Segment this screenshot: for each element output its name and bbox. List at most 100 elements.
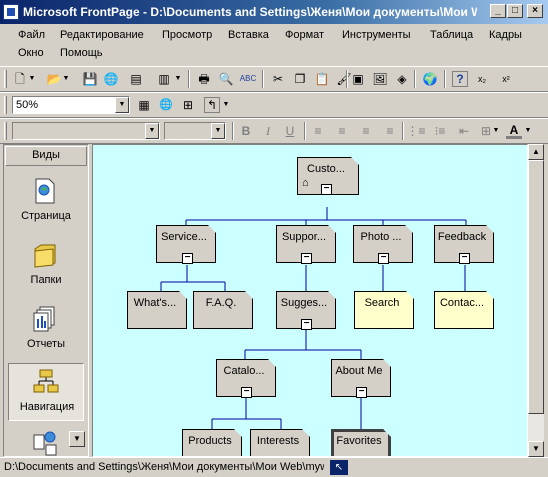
- more-buttons-icon[interactable]: ▼: [222, 97, 230, 113]
- style-combo[interactable]: ▼: [12, 122, 160, 140]
- maximize-button[interactable]: □: [507, 4, 523, 18]
- view-folders-button[interactable]: Папки: [8, 237, 84, 295]
- portrait-landscape-icon[interactable]: ▦: [136, 97, 152, 113]
- view-page-label: Страница: [21, 210, 71, 222]
- drawing-icon[interactable]: ◈: [394, 71, 410, 87]
- views-dropdown-icon[interactable]: ▼: [174, 71, 182, 87]
- nav-node-label: Photo ...: [360, 231, 402, 243]
- collapse-icon[interactable]: −: [182, 253, 193, 264]
- toolbar-grip[interactable]: [4, 96, 7, 114]
- view-reports-button[interactable]: Отчеты: [8, 301, 84, 359]
- open-icon[interactable]: 📂: [46, 71, 62, 87]
- help-icon[interactable]: ?: [452, 71, 468, 87]
- italic-icon[interactable]: I: [260, 123, 276, 139]
- add-existing-page-icon[interactable]: 🌐: [158, 97, 174, 113]
- views-scroll-down-icon[interactable]: ▼: [69, 431, 85, 447]
- style-dropdown-icon[interactable]: ▼: [145, 123, 159, 139]
- save-icon[interactable]: 💾: [82, 71, 98, 87]
- numbering-icon[interactable]: ⋮≡: [407, 123, 426, 139]
- menu-edit[interactable]: Редактирование: [60, 29, 144, 41]
- insert-component-icon[interactable]: ▣: [350, 71, 366, 87]
- zoom-dropdown-icon[interactable]: ▼: [115, 97, 129, 113]
- nav-node-search[interactable]: Search: [354, 291, 414, 329]
- zoom-combo[interactable]: 50% ▼: [12, 96, 130, 114]
- separator: [346, 70, 348, 88]
- menu-help[interactable]: Помощь: [60, 47, 103, 59]
- open-dropdown-icon[interactable]: ▼: [62, 71, 70, 87]
- nav-node-favorites[interactable]: Favorites: [331, 429, 391, 457]
- menu-tools[interactable]: Инструменты: [342, 29, 411, 41]
- scroll-down-icon[interactable]: ▼: [528, 441, 544, 457]
- print-icon[interactable]: 🖶: [196, 71, 212, 87]
- nav-node-whats-new[interactable]: What's...: [127, 291, 187, 329]
- menu-view[interactable]: Просмотр: [162, 29, 212, 41]
- copy-icon[interactable]: ❐: [292, 71, 308, 87]
- navigation-toolbar: 50% ▼ ▦ 🌐 ⊞ ↰ ▼: [0, 92, 548, 118]
- menu-format[interactable]: Формат: [285, 29, 324, 41]
- borders-dropdown-icon[interactable]: ▼: [492, 123, 500, 139]
- toolbar-grip[interactable]: [4, 70, 7, 88]
- view-page-button[interactable]: Страница: [8, 173, 84, 231]
- nav-node-label: Service...: [161, 231, 207, 243]
- collapse-icon[interactable]: −: [356, 387, 367, 398]
- nav-node-faq[interactable]: F.A.Q.: [193, 291, 253, 329]
- insert-picture-icon[interactable]: 🖼: [372, 71, 388, 87]
- nav-node-label: Feedback: [437, 231, 487, 243]
- view-subtree-icon[interactable]: ⊞: [180, 97, 196, 113]
- align-right-icon[interactable]: ≡: [358, 123, 374, 139]
- new-dropdown-icon[interactable]: ▼: [28, 71, 36, 87]
- up-icon[interactable]: ↰: [204, 97, 220, 113]
- menu-table[interactable]: Таблица: [430, 29, 473, 41]
- menu-file[interactable]: Файл: [18, 29, 45, 41]
- collapse-icon[interactable]: −: [301, 319, 312, 330]
- publish-icon[interactable]: 🌐: [103, 71, 119, 87]
- views-bar-icon[interactable]: ▥: [156, 71, 172, 87]
- paste-icon[interactable]: 📋: [314, 71, 330, 87]
- view-folders-label: Папки: [30, 274, 62, 286]
- collapse-icon[interactable]: −: [301, 253, 312, 264]
- collapse-icon[interactable]: −: [321, 184, 332, 195]
- new-page-icon[interactable]: 🗋: [12, 71, 28, 87]
- close-button[interactable]: ×: [527, 4, 543, 18]
- justify-icon[interactable]: ≡: [382, 123, 398, 139]
- folder-list-icon[interactable]: ▤: [128, 71, 144, 87]
- scroll-thumb[interactable]: [528, 160, 544, 414]
- collapse-icon[interactable]: −: [378, 253, 389, 264]
- font-combo[interactable]: ▼: [164, 122, 226, 140]
- align-center-icon[interactable]: ≡: [334, 123, 350, 139]
- cut-icon[interactable]: ✂: [270, 71, 286, 87]
- nav-node-interests[interactable]: Interests: [250, 429, 310, 457]
- scroll-up-icon[interactable]: ▲: [528, 144, 544, 160]
- minimize-button[interactable]: _: [490, 4, 506, 18]
- preview-icon[interactable]: 🔍: [218, 71, 234, 87]
- collapse-icon[interactable]: −: [459, 253, 470, 264]
- views-bar: Виды Страница Папки Отчеты Навигация ▼: [3, 144, 89, 457]
- spelling-icon[interactable]: ABC: [240, 71, 256, 87]
- view-navigation-button[interactable]: Навигация: [8, 363, 84, 421]
- nav-node-label: Interests: [256, 435, 300, 447]
- nav-node-label: What's...: [133, 297, 177, 309]
- nav-node-products[interactable]: Products: [182, 429, 242, 457]
- hyperlink-icon[interactable]: 🌍: [422, 71, 438, 87]
- nav-node-label: Sugges...: [280, 297, 328, 309]
- underline-icon[interactable]: U: [282, 123, 298, 139]
- font-color-dropdown-icon[interactable]: ▼: [524, 123, 532, 139]
- window-title: Microsoft FrontPage - D:\Documents and S…: [23, 5, 477, 19]
- bold-icon[interactable]: B: [238, 123, 254, 139]
- font-dropdown-icon[interactable]: ▼: [211, 123, 225, 139]
- menu-frames[interactable]: Кадры: [489, 29, 522, 41]
- collapse-icon[interactable]: −: [241, 387, 252, 398]
- font-color-icon[interactable]: A: [506, 123, 522, 139]
- toolbar-grip[interactable]: [4, 122, 7, 140]
- nav-node-label: F.A.Q.: [205, 297, 237, 309]
- subscript-icon[interactable]: x₂: [474, 71, 490, 87]
- vertical-scrollbar[interactable]: ▲ ▼: [528, 144, 544, 457]
- menu-window[interactable]: Окно: [18, 47, 44, 59]
- menu-insert[interactable]: Вставка: [228, 29, 269, 41]
- align-left-icon[interactable]: ≡: [310, 123, 326, 139]
- frontpage-app-icon[interactable]: [3, 4, 19, 20]
- bullets-icon[interactable]: ⁝≡: [432, 123, 448, 139]
- indent-icon[interactable]: ⇤: [456, 123, 472, 139]
- nav-node-contact[interactable]: Contac...: [434, 291, 494, 329]
- superscript-icon[interactable]: x²: [498, 71, 514, 87]
